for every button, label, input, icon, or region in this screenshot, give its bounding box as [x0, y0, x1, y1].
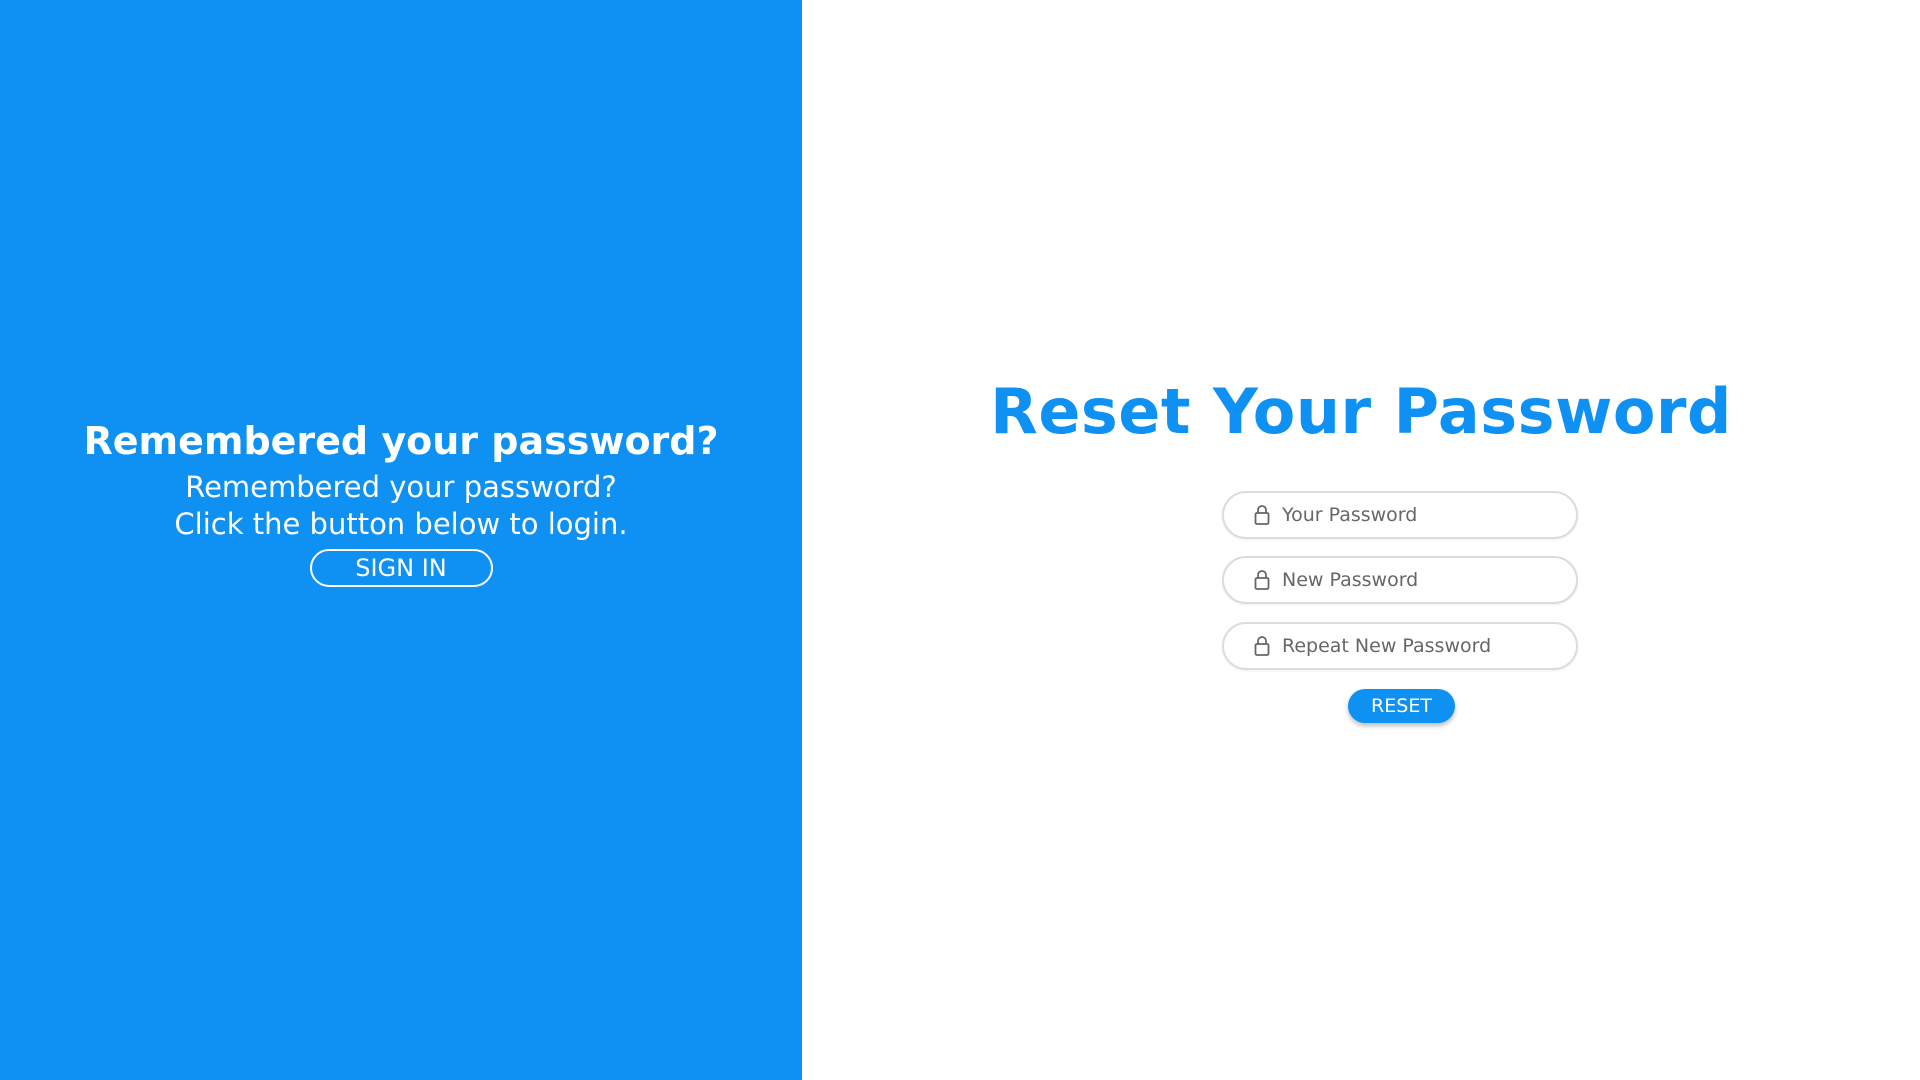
reset-form-panel: Reset Your Password RESET [802, 0, 1920, 1080]
reset-button[interactable]: RESET [1348, 689, 1455, 723]
lock-icon [1254, 569, 1270, 591]
new-password-input[interactable] [1282, 558, 1562, 602]
reset-password-page: Remembered your password? Remembered you… [0, 0, 1920, 1080]
lock-icon [1254, 635, 1270, 657]
promo-title: Remembered your password? [83, 419, 719, 463]
signin-promo-panel: Remembered your password? Remembered you… [0, 0, 802, 1080]
repeat-password-field[interactable] [1222, 622, 1578, 670]
new-password-field[interactable] [1222, 556, 1578, 604]
repeat-password-input[interactable] [1282, 624, 1562, 668]
signin-promo-content: Remembered your password? Remembered you… [0, 415, 802, 587]
sign-in-button[interactable]: SIGN IN [309, 549, 493, 587]
current-password-input[interactable] [1282, 493, 1562, 537]
page-title: Reset Your Password [990, 375, 1732, 448]
current-password-field[interactable] [1222, 491, 1578, 539]
lock-icon [1254, 504, 1270, 526]
promo-text: Remembered your password? Click the butt… [174, 470, 628, 541]
